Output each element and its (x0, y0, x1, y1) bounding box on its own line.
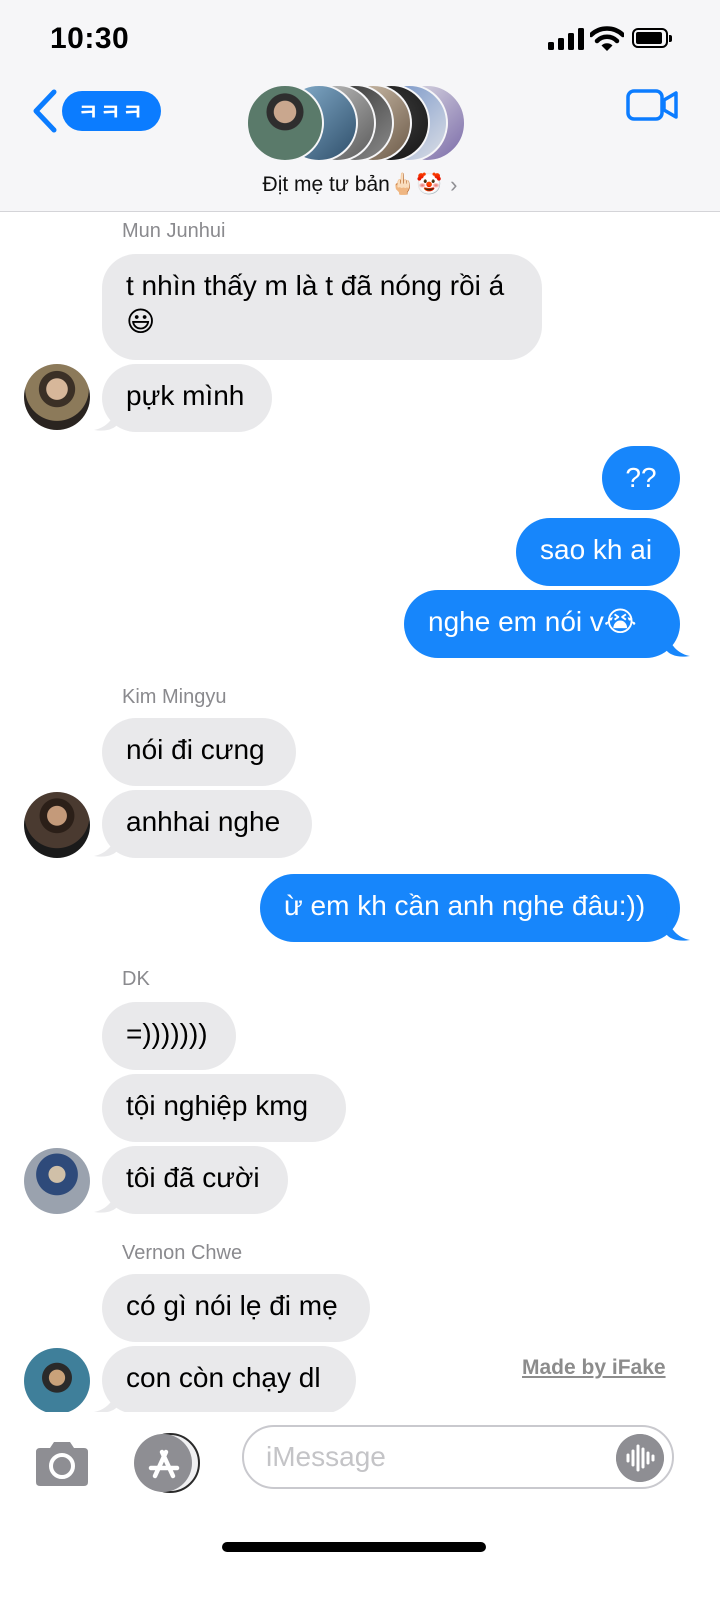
message-field[interactable] (242, 1425, 674, 1489)
bubble-tail (94, 1184, 118, 1213)
avatar[interactable] (24, 1148, 90, 1214)
chevron-right-icon: › (450, 172, 458, 197)
outgoing-message-bubble[interactable]: ừ em kh cần anh nghe đâu:)) (260, 874, 680, 942)
incoming-message-bubble[interactable]: tội nghiệp kmg (102, 1074, 346, 1142)
group-name-label: Địt mẹ tư bản🖕🏻🤡 (262, 173, 443, 196)
incoming-message-bubble[interactable]: nói đi cưng (102, 718, 296, 786)
incoming-message-bubble[interactable]: anhhai nghe (102, 790, 312, 858)
wifi-icon (590, 26, 624, 51)
message-input-bar (0, 1412, 720, 1512)
avatar[interactable] (24, 792, 90, 858)
incoming-message-bubble[interactable]: tôi đã cười (102, 1146, 288, 1214)
bubble-tail (666, 912, 690, 941)
status-time: 10:30 (50, 22, 130, 55)
outgoing-message-bubble[interactable]: ?? (602, 446, 680, 510)
sender-name: DK (122, 968, 150, 990)
bubble-tail (666, 628, 690, 657)
outgoing-message-bubble[interactable]: sao kh ai (516, 518, 680, 586)
audio-waveform-icon[interactable] (616, 1434, 664, 1482)
status-bar: 10:30 (0, 0, 720, 80)
sender-name: Mun Junhui (122, 220, 226, 242)
avatar[interactable] (24, 364, 90, 430)
bubble-tail (94, 1384, 118, 1413)
outgoing-message-bubble[interactable]: nghe em nói v😭 (404, 590, 680, 658)
incoming-message-bubble[interactable]: con còn chạy dl (102, 1346, 356, 1414)
video-camera-icon[interactable] (626, 88, 678, 122)
incoming-message-bubble[interactable]: t nhìn thấy m là t đã nóng rồi á 😃 (102, 254, 542, 360)
conversation-header: 10:30 ㅋㅋㅋ Địt mẹ tư bản🖕🏻🤡 › (0, 0, 720, 212)
home-indicator[interactable] (222, 1542, 486, 1552)
watermark-label: Made by iFake (522, 1356, 666, 1379)
incoming-message-bubble[interactable]: có gì nói lẹ đi mẹ (102, 1274, 370, 1342)
cellular-signal-icon (548, 28, 584, 50)
back-chevron-icon[interactable] (30, 88, 60, 134)
avatar[interactable] (24, 1348, 90, 1414)
bubble-tail (94, 828, 118, 857)
incoming-message-bubble[interactable]: pựk mình (102, 364, 272, 432)
battery-icon (632, 28, 672, 48)
incoming-message-bubble[interactable]: =))))))) (102, 1002, 236, 1070)
avatar (246, 84, 324, 162)
sender-name: Kim Mingyu (122, 686, 227, 708)
message-thread[interactable]: Mun Junhui t nhìn thấy m là t đã nóng rồ… (0, 212, 720, 1414)
group-avatar-stack[interactable] (246, 84, 466, 162)
bubble-tail (94, 402, 118, 431)
app-store-icon[interactable] (132, 1432, 204, 1494)
sender-name: Vernon Chwe (122, 1242, 243, 1264)
camera-icon[interactable] (32, 1440, 92, 1488)
back-button-badge[interactable]: ㅋㅋㅋ (62, 91, 161, 131)
group-name[interactable]: Địt mẹ tư bản🖕🏻🤡 › (0, 172, 720, 198)
imessage-input[interactable] (266, 1439, 606, 1475)
